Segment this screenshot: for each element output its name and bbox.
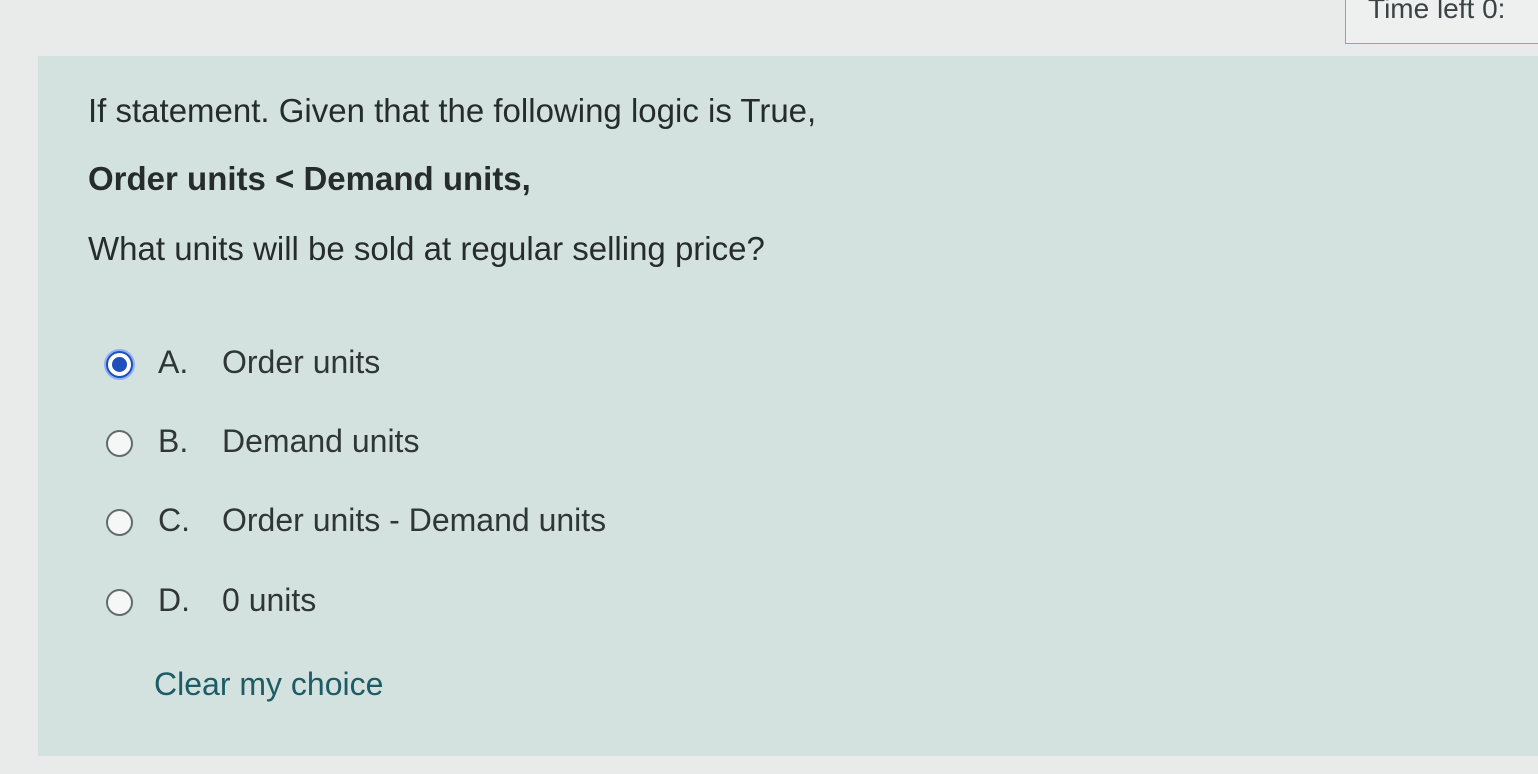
question-panel: If statement. Given that the following l… (38, 56, 1538, 756)
answer-option-c[interactable]: C. Order units - Demand units (106, 502, 806, 542)
answer-option-d[interactable]: D. 0 units (106, 582, 806, 622)
answer-text-b[interactable]: Demand units (222, 423, 419, 460)
answer-letter-a: A. (158, 344, 189, 380)
clear-my-choice-link[interactable]: Clear my choice (154, 666, 383, 703)
question-intro: If statement. Given that the following l… (88, 92, 817, 129)
answer-option-b[interactable]: B. Demand units (106, 423, 806, 463)
answer-text-c[interactable]: Order units - Demand units (222, 502, 606, 539)
answer-text-d[interactable]: 0 units (222, 582, 316, 619)
time-left-box: Time left 0: (1345, 0, 1538, 44)
radio-button-a[interactable] (106, 351, 133, 378)
time-left-label: Time left 0: (1368, 0, 1506, 24)
radio-button-d[interactable] (106, 589, 133, 616)
answer-letter-d: D. (158, 582, 190, 618)
answer-letter-b: B. (158, 423, 189, 459)
radio-button-b[interactable] (106, 430, 133, 457)
question-condition: Order units < Demand units, (88, 160, 531, 197)
radio-button-c[interactable] (106, 509, 133, 536)
answer-text-a[interactable]: Order units (222, 344, 380, 381)
answer-option-a[interactable]: A. Order units (106, 344, 806, 384)
question-prompt: What units will be sold at regular selli… (88, 230, 765, 267)
answer-letter-c: C. (158, 502, 190, 538)
